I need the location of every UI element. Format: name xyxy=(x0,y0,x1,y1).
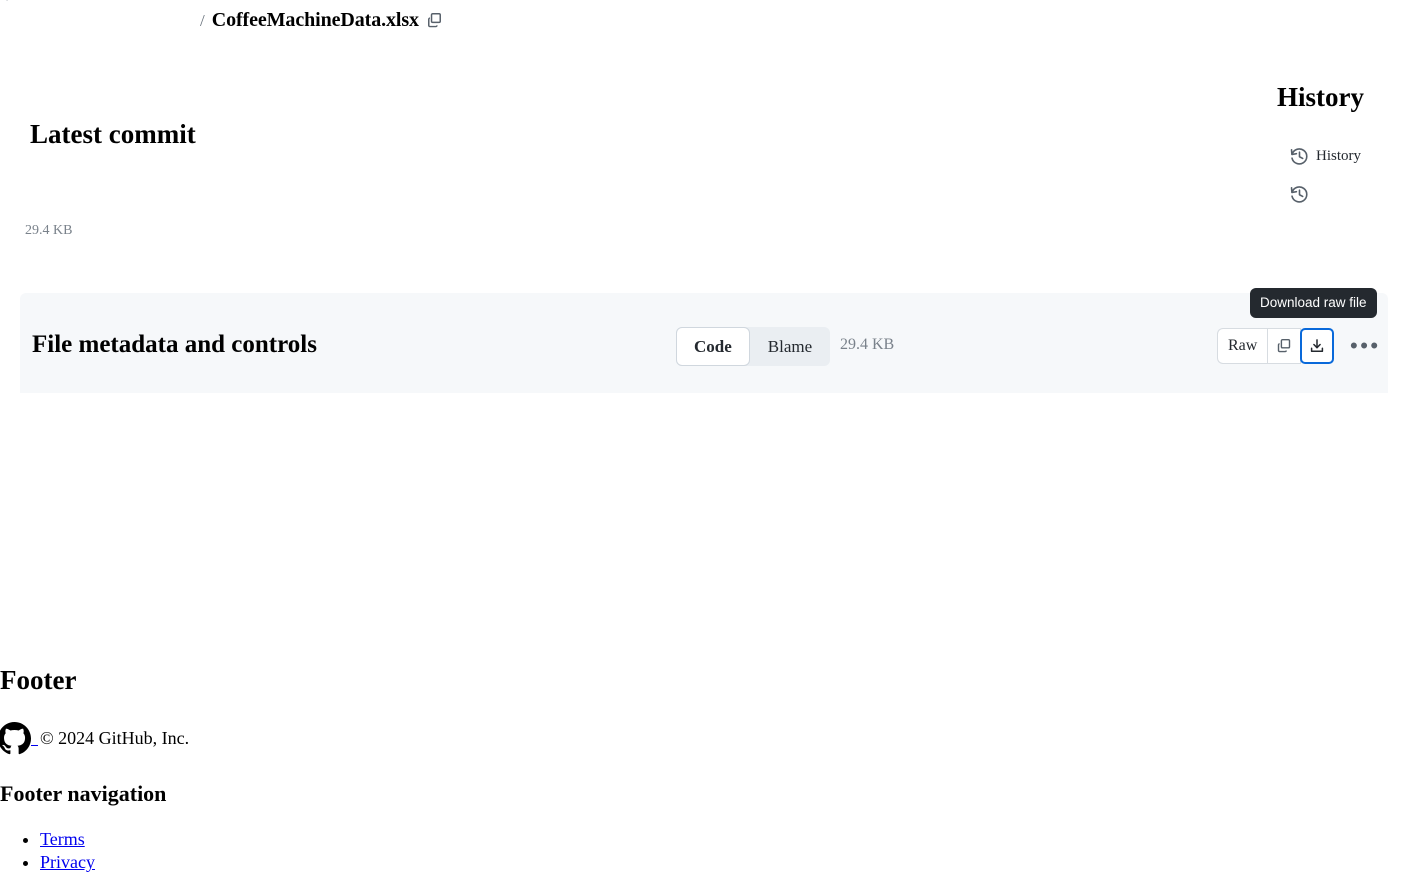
footer-navigation-heading: Footer navigation xyxy=(0,781,167,806)
list-item: Terms xyxy=(40,828,95,851)
github-logo-icon xyxy=(0,722,31,755)
copyright-text: © 2024 GitHub, Inc. xyxy=(40,728,190,748)
raw-button[interactable]: Raw xyxy=(1217,328,1268,364)
file-size-above-bar: 29.4 KB xyxy=(25,223,73,238)
more-options-button[interactable]: ••• xyxy=(1348,329,1382,363)
history-link-label: History xyxy=(1316,148,1361,164)
copy-path-icon[interactable] xyxy=(426,12,443,29)
history-link[interactable]: History xyxy=(1290,147,1361,166)
footer-copyright: © 2024 GitHub, Inc. xyxy=(0,722,189,755)
footer-navigation-list: Terms Privacy xyxy=(0,828,95,874)
github-home-link[interactable] xyxy=(0,722,39,755)
download-raw-file-button[interactable] xyxy=(1300,328,1335,364)
breadcrumb: / CoffeeMachineData.xlsx xyxy=(200,9,443,32)
history-heading: History xyxy=(1277,82,1364,112)
history-icon-button[interactable] xyxy=(1290,185,1309,204)
history-icon xyxy=(1290,147,1309,166)
breadcrumb-file-name: CoffeeMachineData.xlsx xyxy=(211,9,419,31)
code-blame-toggle: Code Blame xyxy=(676,327,831,366)
github-home-underline xyxy=(31,731,38,746)
raw-button-group: Raw xyxy=(1217,328,1335,364)
file-actions: Raw ••• xyxy=(1217,328,1382,364)
copy-raw-contents-icon-button[interactable] xyxy=(1267,328,1302,364)
privacy-link[interactable]: Privacy xyxy=(40,852,95,872)
list-item: Privacy xyxy=(40,851,95,874)
file-size-in-bar: 29.4 KB xyxy=(840,336,895,353)
tab-blame[interactable]: Blame xyxy=(750,327,830,366)
page-top-artifact: ˹ xyxy=(6,0,9,6)
tab-code[interactable]: Code xyxy=(676,327,750,366)
breadcrumb-separator: / xyxy=(200,10,205,30)
latest-commit-heading: Latest commit xyxy=(30,119,196,149)
footer-heading: Footer xyxy=(0,665,77,695)
history-icon xyxy=(1290,185,1309,204)
file-metadata-heading: File metadata and controls xyxy=(32,331,317,358)
terms-link[interactable]: Terms xyxy=(40,829,85,849)
download-raw-file-tooltip: Download raw file xyxy=(1250,288,1377,318)
